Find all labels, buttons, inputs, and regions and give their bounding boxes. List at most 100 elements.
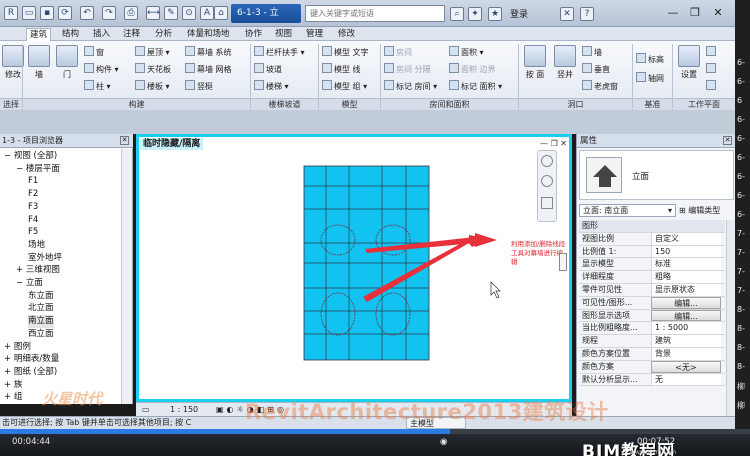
tree-item[interactable]: + 族 xyxy=(4,379,22,392)
app-menu-icon[interactable]: R xyxy=(4,6,18,20)
tag-room-button[interactable]: 标记 房间 ▾ xyxy=(384,80,437,93)
playlist-item[interactable]: 6- xyxy=(737,172,745,181)
tree-item[interactable]: 场地 xyxy=(28,239,45,252)
property-edit-button[interactable]: 编辑... xyxy=(651,309,721,322)
wall-button[interactable]: 墙 xyxy=(26,45,52,80)
login-button[interactable]: 登录 xyxy=(510,7,528,20)
playlist-item[interactable]: 6- xyxy=(737,77,745,86)
expand-icon[interactable]: + xyxy=(4,380,14,390)
tree-item[interactable]: − 立面 xyxy=(16,277,43,290)
playlist-item[interactable]: 8- xyxy=(737,324,745,333)
curtain-grid-button[interactable]: 幕墙 网格 xyxy=(185,63,232,76)
collapse-icon[interactable]: − xyxy=(16,278,26,288)
3d-view-icon[interactable]: ⌂ xyxy=(214,6,228,20)
steering-wheel-icon[interactable] xyxy=(541,175,553,187)
expand-icon[interactable]: + xyxy=(4,367,14,377)
print-icon[interactable]: ⎙ xyxy=(124,6,138,20)
dormer-button[interactable]: 老虎窗 xyxy=(582,80,618,93)
ref-plane-button[interactable] xyxy=(706,63,718,76)
playlist-item[interactable]: 6- xyxy=(737,115,745,124)
undo-icon[interactable]: ↶ xyxy=(80,6,94,20)
grid-button[interactable]: 轴网 xyxy=(636,72,664,85)
tree-item[interactable]: F3 xyxy=(28,201,38,214)
view-control-icon[interactable]: ▭ xyxy=(142,403,150,416)
dimension-icon[interactable]: ✎ xyxy=(164,6,178,20)
playlist-item[interactable]: 柳 xyxy=(737,400,745,411)
binoculars-icon[interactable]: ⌕ xyxy=(450,7,464,21)
playlist-item[interactable]: 6- xyxy=(737,153,745,162)
expand-icon[interactable]: + xyxy=(4,354,14,364)
restore-button[interactable]: ❐ xyxy=(687,5,703,21)
help-icon[interactable]: ? xyxy=(580,7,594,21)
playlist-item[interactable]: 6- xyxy=(737,134,745,143)
shaft-button[interactable]: 竖井 xyxy=(552,45,578,80)
playlist-item[interactable]: 6 xyxy=(737,96,742,105)
tab-annotate[interactable]: 注释 xyxy=(120,28,143,40)
view-scale[interactable]: 1 : 150 xyxy=(170,403,198,416)
model-text-button[interactable]: 模型 文字 xyxy=(322,46,369,59)
redo-icon[interactable]: ↷ xyxy=(102,6,116,20)
tree-item[interactable]: 南立面 xyxy=(28,315,54,329)
star-icon[interactable]: ★ xyxy=(488,7,502,21)
curtain-system-button[interactable]: 幕墙 系统 xyxy=(185,46,232,59)
tree-item[interactable]: 室外地坪 xyxy=(28,252,62,265)
tag-icon[interactable]: ⊙ xyxy=(182,6,196,20)
area-button[interactable]: 面积 ▾ xyxy=(449,46,484,59)
subscription-icon[interactable]: ✦ xyxy=(468,7,482,21)
property-value[interactable]: 无 xyxy=(651,373,721,386)
tab-collaborate[interactable]: 协作 xyxy=(242,28,265,40)
playlist-item[interactable]: 6- xyxy=(737,58,745,67)
property-value[interactable]: 标准 xyxy=(651,258,721,271)
sync-icon[interactable]: ⟳ xyxy=(58,6,72,20)
opening-by-face-button[interactable]: 按 面 xyxy=(522,45,548,80)
tab-architecture[interactable]: 建筑 xyxy=(26,28,52,41)
tab-structure[interactable]: 结构 xyxy=(59,28,82,40)
open-icon[interactable]: ▭ xyxy=(22,6,36,20)
playlist-item[interactable]: 6- xyxy=(737,210,745,219)
tab-massing-site[interactable]: 体量和场地 xyxy=(184,28,233,40)
playlist-item[interactable]: 柳 xyxy=(737,381,745,392)
room-separator-button[interactable]: 房间 分隔 xyxy=(384,63,431,76)
property-value[interactable]: 粗略 xyxy=(651,271,721,283)
property-value[interactable]: 150 xyxy=(651,245,721,258)
tree-item[interactable]: 北立面 xyxy=(28,302,54,315)
window-button[interactable]: 窗 xyxy=(84,46,104,59)
playlist-item[interactable]: 8- xyxy=(737,305,745,314)
minimize-button[interactable]: — xyxy=(665,5,681,21)
edit-type-button[interactable]: ⊞ 编辑类型 xyxy=(679,204,720,217)
column-button[interactable]: 柱 ▾ xyxy=(84,80,111,93)
close-button[interactable]: ✕ xyxy=(710,5,726,21)
model-group-button[interactable]: 模型 组 ▾ xyxy=(322,80,367,93)
tree-item[interactable]: F5 xyxy=(28,226,38,239)
tab-modify[interactable]: 修改 xyxy=(335,28,358,40)
component-button[interactable]: 构件 ▾ xyxy=(84,63,119,76)
level-button[interactable]: 标高 xyxy=(636,53,664,66)
properties-scrollbar[interactable] xyxy=(726,220,735,416)
property-value[interactable]: 显示原状态 xyxy=(651,283,721,296)
tab-view[interactable]: 视图 xyxy=(272,28,295,40)
property-edit-button[interactable]: 编辑... xyxy=(651,296,721,309)
playlist-item[interactable]: 7- xyxy=(737,248,745,257)
video-progress-bar[interactable] xyxy=(0,429,750,434)
expand-icon[interactable]: + xyxy=(4,392,14,402)
wall-opening-button[interactable]: 墙 xyxy=(582,46,602,59)
ramp-button[interactable]: 坡道 xyxy=(254,63,282,76)
playlist-item[interactable]: 8- xyxy=(737,343,745,352)
exchange-icon[interactable]: ✕ xyxy=(560,7,574,21)
browser-scrollbar[interactable] xyxy=(121,149,132,404)
tree-item[interactable]: − 视图 (全部) xyxy=(4,150,57,163)
tree-item[interactable]: F4 xyxy=(28,214,38,227)
playlist-item[interactable]: 7- xyxy=(737,267,745,276)
mullion-button[interactable]: 竖梃 xyxy=(185,80,213,93)
view-scrollbar[interactable] xyxy=(559,253,567,271)
ceiling-button[interactable]: 天花板 xyxy=(135,63,171,76)
volume-icon[interactable]: ◉ xyxy=(440,437,447,447)
room-button[interactable]: 房间 xyxy=(384,46,412,59)
property-edit-button[interactable]: <无> xyxy=(651,360,721,373)
property-value[interactable]: 1 : 5000 xyxy=(651,322,721,335)
door-button[interactable]: 门 xyxy=(54,45,80,80)
playlist-item[interactable]: 6- xyxy=(737,191,745,200)
collapse-icon[interactable]: − xyxy=(4,151,14,161)
playlist-item[interactable]: 8- xyxy=(737,362,745,371)
zoom-icon[interactable] xyxy=(541,197,553,209)
